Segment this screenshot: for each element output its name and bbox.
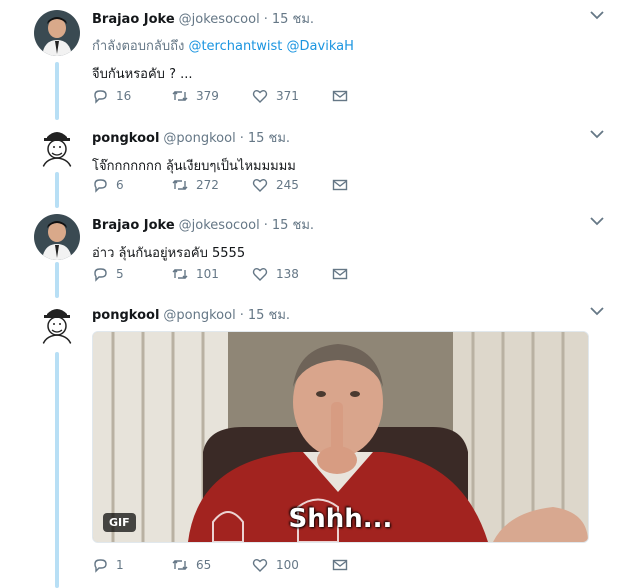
retweet-button[interactable]: 379 [172,88,252,104]
retweet-count: 101 [196,267,219,281]
retweet-button[interactable]: 101 [172,266,252,282]
like-icon [252,559,268,572]
retweet-button[interactable]: 65 [172,557,252,573]
tweet[interactable]: Brajao Joke @jokesocool · 15 ชม. กำลังตอ… [0,0,620,120]
chevron-down-icon[interactable] [590,304,604,320]
tweet-header: pongkool @pongkool · 15 ชม. [92,127,600,148]
dm-icon [332,268,348,280]
display-name[interactable]: Brajao Joke [92,218,175,233]
dm-button[interactable] [332,557,412,573]
tweet-text: โจ๊กกกกกกก ลุ้นเงียบๆเป็นไหมมมมม [92,159,296,174]
reply-count: 1 [116,558,124,572]
retweet-icon [172,560,188,570]
dm-button[interactable] [332,88,412,104]
reply-button[interactable]: 5 [92,266,172,282]
tweet-actions: 1 65 100 [92,557,412,573]
user-handle[interactable]: @jokesocool [179,218,260,233]
retweet-button[interactable]: 272 [172,177,252,193]
retweet-count: 379 [196,89,219,103]
user-handle[interactable]: @jokesocool [179,12,260,27]
retweet-icon [172,180,188,190]
tweet-text: จีบกันหรอคับ ? ... [92,67,193,82]
reply-icon [94,179,107,193]
reply-icon [94,90,107,104]
separator-dot: · [239,308,244,323]
dm-button[interactable] [332,266,412,282]
display-name[interactable]: Brajao Joke [92,12,175,27]
like-count: 245 [276,178,299,192]
chevron-down-icon[interactable] [590,8,604,24]
tweet[interactable]: Brajao Joke @jokesocool · 15 ชม. อ่าว ลุ… [0,208,620,298]
reply-icon [94,559,107,573]
like-icon [252,90,268,103]
like-count: 100 [276,558,299,572]
dm-icon [332,179,348,191]
display-name[interactable]: pongkool [92,131,159,146]
timestamp[interactable]: 15 ชม. [248,127,290,148]
chevron-down-icon[interactable] [590,127,604,143]
reply-icon [94,268,107,282]
replying-to: กำลังตอบกลับถึง @terchantwist @DavikaH [92,35,600,56]
like-button[interactable]: 100 [252,557,332,573]
like-icon [252,179,268,192]
like-button[interactable]: 371 [252,88,332,104]
like-count: 371 [276,89,299,103]
tweet-header: pongkool @pongkool · 15 ชม. [92,304,600,325]
tweet-header: Brajao Joke @jokesocool · 15 ชม. [92,8,600,29]
dm-icon [332,90,348,102]
chevron-down-icon[interactable] [590,214,604,230]
retweet-count: 272 [196,178,219,192]
retweet-count: 65 [196,558,212,572]
display-name[interactable]: pongkool [92,308,159,323]
avatar[interactable] [34,125,80,171]
gif-caption: Shhh... [288,504,393,534]
avatar[interactable] [34,302,80,348]
tweet[interactable]: pongkool @pongkool · 15 ชม. โจ๊กกกกกกก ล… [0,120,620,208]
dm-button[interactable] [332,177,412,193]
tweet-actions: 16 379 371 [92,88,412,104]
timestamp[interactable]: 15 ชม. [272,214,314,235]
like-count: 138 [276,267,299,281]
timestamp[interactable]: 15 ชม. [272,8,314,29]
retweet-icon [172,91,188,101]
like-button[interactable]: 245 [252,177,332,193]
avatar[interactable] [34,214,80,260]
timestamp[interactable]: 15 ชม. [248,304,290,325]
avatar[interactable] [34,10,80,56]
user-handle[interactable]: @pongkool [163,131,235,146]
like-icon [252,268,268,281]
tweet-header: Brajao Joke @jokesocool · 15 ชม. [92,214,600,235]
mention-link[interactable]: @DavikaH [287,39,354,54]
separator-dot: · [263,12,268,27]
replying-to-label: กำลังตอบกลับถึง [92,39,185,54]
gif-media[interactable]: GIF Shhh... [92,331,589,543]
reply-count: 16 [116,89,132,103]
mention-link[interactable]: @terchantwist [188,39,282,54]
retweet-icon [172,269,188,279]
reply-count: 6 [116,178,124,192]
tweet-actions: 6 272 245 [92,177,412,193]
tweet[interactable]: pongkool @pongkool · 15 ชม. GIF Shhh... … [0,298,620,588]
separator-dot: · [239,131,244,146]
reply-button[interactable]: 16 [92,88,172,104]
reply-button[interactable]: 1 [92,557,172,573]
separator-dot: · [263,218,268,233]
user-handle[interactable]: @pongkool [163,308,235,323]
tweet-text: อ่าว ลุ้นกันอยู่หรอคับ 5555 [92,246,246,261]
reply-button[interactable]: 6 [92,177,172,193]
dm-icon [332,559,348,571]
tweet-actions: 5 101 138 [92,266,412,282]
reply-count: 5 [116,267,124,281]
like-button[interactable]: 138 [252,266,332,282]
